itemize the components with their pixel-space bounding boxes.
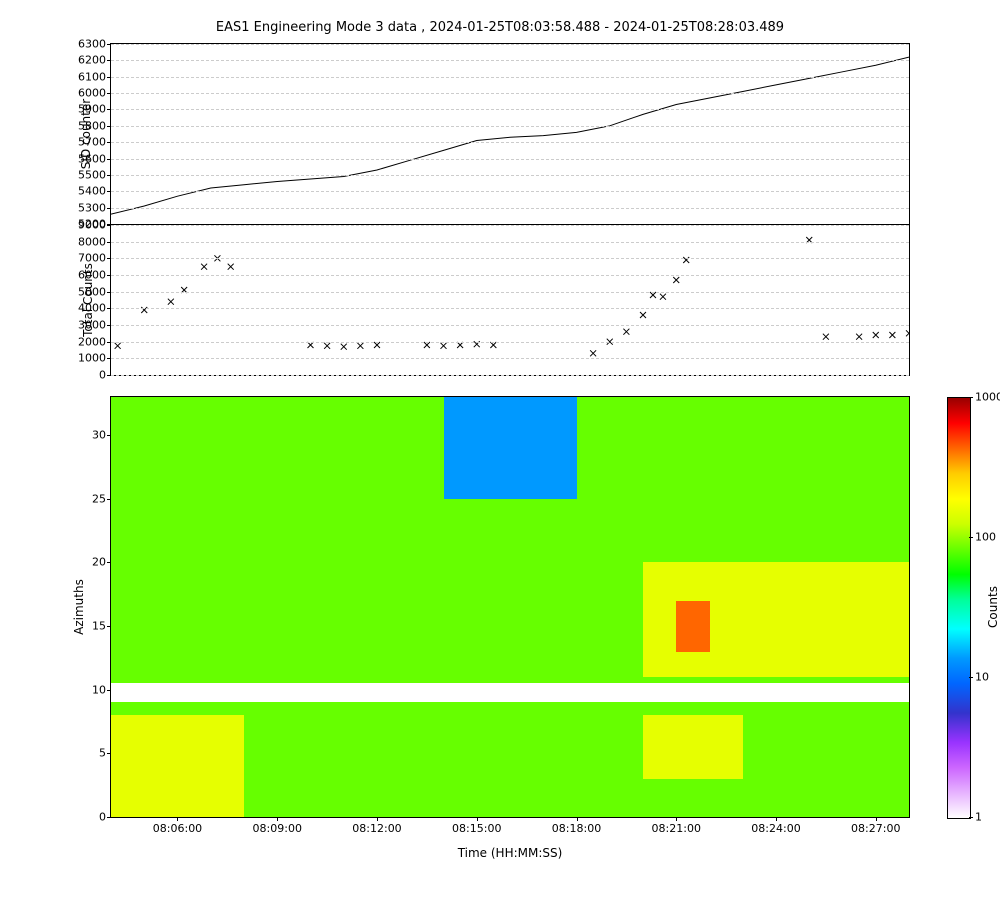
ytick: 5 [66, 747, 106, 760]
ytick: 10 [66, 683, 106, 696]
ytick: 6100 [66, 70, 106, 83]
ytick: 4000 [66, 302, 106, 315]
ytick: 5300 [66, 201, 106, 214]
ytick: 1000 [66, 352, 106, 365]
ytick: 6000 [66, 269, 106, 282]
total-counts-scatter-plot [111, 225, 909, 375]
ytick: 9000 [66, 219, 106, 232]
ytick: 5500 [66, 168, 106, 181]
xtick: 08:24:00 [751, 822, 800, 835]
xtick: 08:18:00 [552, 822, 601, 835]
colorbar-tick: 1000 [975, 391, 1000, 404]
ytick: 5400 [66, 185, 106, 198]
xtick: 08:06:00 [153, 822, 202, 835]
ytick: 3000 [66, 319, 106, 332]
colorbar: 1101001000 [947, 397, 969, 817]
ytick: 5900 [66, 103, 106, 116]
ytick: 5600 [66, 152, 106, 165]
x-axis-label: Time (HH:MM:SS) [110, 846, 910, 860]
panel-heatmap: Azimuths 051015202530 08:06:0008:09:0008… [110, 396, 910, 818]
xtick: 08:12:00 [352, 822, 401, 835]
ytick: 6000 [66, 87, 106, 100]
xtick: 08:15:00 [452, 822, 501, 835]
colorbar-tick: 10 [975, 670, 989, 683]
ytick: 6200 [66, 54, 106, 67]
colorbar-tick: 1 [975, 811, 982, 824]
ytick: 8000 [66, 235, 106, 248]
ytick: 20 [66, 556, 106, 569]
ytick: 5700 [66, 136, 106, 149]
colorbar-gradient [947, 397, 971, 819]
xtick: 08:27:00 [851, 822, 900, 835]
xtick: 08:21:00 [652, 822, 701, 835]
ytick: 7000 [66, 252, 106, 265]
ytick: 2000 [66, 335, 106, 348]
ytick: 5800 [66, 119, 106, 132]
sid-counter-line-plot [111, 44, 909, 224]
ytick: 25 [66, 492, 106, 505]
ytick: 5000 [66, 285, 106, 298]
ytick: 15 [66, 620, 106, 633]
ytick: 30 [66, 429, 106, 442]
ytick: 0 [66, 369, 106, 382]
colorbar-tick: 100 [975, 530, 996, 543]
panel-sid-counter: SID counter 5200530054005500560057005800… [110, 43, 910, 225]
colorbar-label: Counts [986, 586, 1000, 628]
ytick: 0 [66, 811, 106, 824]
panel-total-counts: Total Counts 010002000300040005000600070… [110, 224, 910, 376]
figure-title: EAS1 Engineering Mode 3 data , 2024-01-2… [20, 20, 980, 35]
ytick: 6300 [66, 38, 106, 51]
azimuth-heatmap [111, 397, 909, 817]
xtick: 08:09:00 [253, 822, 302, 835]
figure: EAS1 Engineering Mode 3 data , 2024-01-2… [20, 20, 980, 860]
